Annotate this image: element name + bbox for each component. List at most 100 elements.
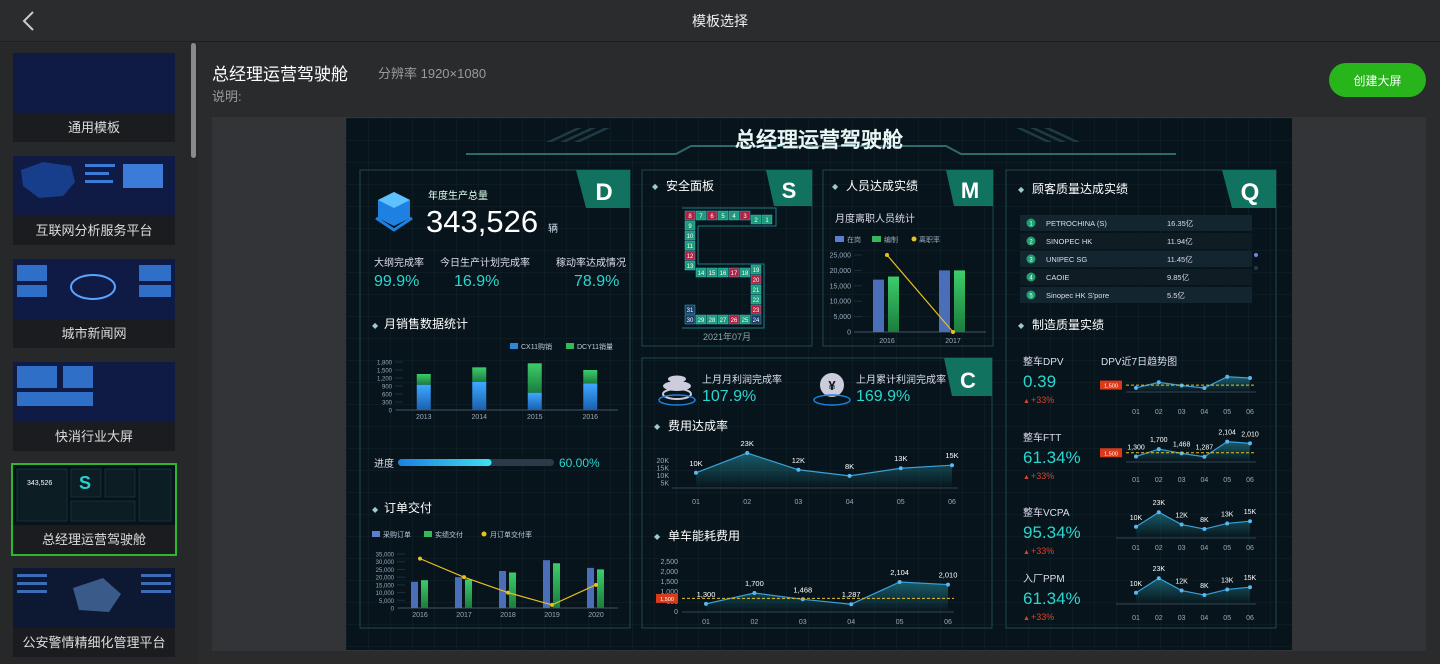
- metric-delta-icon: ▲: [1023, 398, 1030, 405]
- template-label: 快消行业大屏: [13, 422, 175, 451]
- kpi-value: 16.9%: [454, 273, 499, 290]
- calendar-day-label: 13: [687, 264, 694, 270]
- legend-swatch: [481, 531, 487, 537]
- x-tick-label: 2016: [879, 338, 895, 345]
- x-tick-label: 02: [1155, 409, 1163, 416]
- y-tick-label: 0: [847, 330, 851, 337]
- dash-title: 总经理运营驾驶舱: [735, 128, 904, 152]
- y-tick-label: 5,000: [833, 314, 851, 321]
- line-point: [946, 582, 950, 587]
- legend-swatch: [566, 343, 574, 349]
- line-point: [1248, 376, 1252, 381]
- panel-letter: C: [960, 368, 976, 393]
- line-point: [1225, 374, 1230, 379]
- data-label: 15K: [1244, 575, 1257, 582]
- template-card-police[interactable]: 公安警情精细化管理平台: [13, 568, 175, 657]
- metric-label: 整车VCPA: [1023, 506, 1070, 519]
- x-tick-label: 2016: [412, 612, 428, 619]
- x-tick-label: 2017: [945, 338, 961, 345]
- template-card-internet[interactable]: 互联网分析服务平台: [13, 156, 175, 245]
- section-title: 制造质量实绩: [1032, 317, 1104, 332]
- x-tick-label: 05: [1223, 545, 1231, 552]
- dashboard-preview: 总经理运营驾驶舱 D 年度生产总量 343,526 辆 大纲完成率 99.9% …: [346, 118, 1292, 650]
- profit-label: 上月月利润完成率: [702, 373, 782, 386]
- rank-value: 11.45亿: [1167, 254, 1193, 264]
- calendar-day-label: 26: [731, 318, 738, 324]
- x-tick-label: 03: [1178, 545, 1186, 552]
- calendar-day-label: 19: [753, 268, 760, 274]
- sidebar-scrollbar[interactable]: [191, 43, 196, 158]
- kpi-label: 稼动率达成情况: [556, 256, 626, 269]
- y-tick-label: 1,500: [377, 369, 393, 375]
- legend-label: DCY11销量: [577, 342, 613, 351]
- line-point: [745, 451, 750, 456]
- y-tick-label: 5,000: [379, 599, 395, 605]
- x-tick-label: 2016: [582, 414, 598, 421]
- x-tick-label: 01: [702, 619, 710, 626]
- line-point: [462, 575, 466, 580]
- template-card-gm-cockpit[interactable]: 343,526 S 总经理运营驾驶舱: [11, 463, 177, 556]
- data-label: 1,700: [745, 579, 764, 588]
- y-tick-label: 1,200: [377, 377, 393, 383]
- y-tick-label: 0: [674, 609, 678, 616]
- svg-text:343,526: 343,526: [27, 480, 52, 487]
- line-point: [506, 590, 510, 595]
- line-point: [1134, 454, 1138, 459]
- x-tick-label: 04: [1201, 545, 1209, 552]
- metric-label: 入厂PPM: [1023, 574, 1065, 585]
- svg-text:¥: ¥: [828, 378, 836, 393]
- data-label: 23K: [741, 439, 754, 448]
- template-title: 总经理运营驾驶舱: [212, 65, 348, 84]
- data-label: 1,300: [1127, 444, 1145, 451]
- metric-delta-icon: ▲: [1023, 474, 1030, 481]
- calendar-day-label: 27: [720, 318, 727, 324]
- section-title: 人员达成实绩: [846, 178, 918, 193]
- bar: [954, 270, 965, 332]
- line-point: [951, 330, 955, 334]
- y-tick-label: 10,000: [376, 591, 395, 597]
- line-point: [796, 467, 801, 472]
- legend-swatch: [911, 236, 917, 242]
- y-tick-label: 20,000: [376, 576, 395, 582]
- legend-label: 月订单交付率: [490, 530, 532, 539]
- template-card-general[interactable]: 通用模板: [13, 53, 175, 142]
- y-tick-label: 25,000: [376, 568, 395, 574]
- x-tick-label: 04: [1201, 615, 1209, 622]
- data-label: 15K: [1244, 509, 1257, 516]
- rank-name: SINOPEC HK: [1046, 237, 1092, 246]
- template-label: 公安警情精细化管理平台: [13, 628, 175, 657]
- x-tick-label: 06: [1246, 477, 1254, 484]
- x-tick-label: 03: [795, 499, 803, 506]
- section-title: 费用达成率: [668, 418, 728, 433]
- panel-letter: M: [961, 178, 979, 203]
- progress-label: 进度: [374, 457, 394, 470]
- create-screen-button[interactable]: 创建大屏: [1329, 63, 1426, 97]
- y-tick-label: 900: [382, 385, 393, 391]
- metric-value: 61.34%: [1023, 589, 1081, 608]
- line-point: [1248, 441, 1252, 446]
- rank-name: UNIPEC SG: [1046, 255, 1087, 264]
- section-title: 安全面板: [666, 178, 714, 193]
- kpi-label: 大纲完成率: [374, 256, 424, 269]
- data-label: 1,287: [842, 590, 861, 599]
- x-tick-label: 04: [1201, 409, 1209, 416]
- calendar-caption: 2021年07月: [703, 331, 751, 342]
- template-card-city-news[interactable]: 城市新闻网: [13, 259, 175, 348]
- section-title: 月销售数据统计: [384, 316, 468, 331]
- template-card-fmcg[interactable]: 快消行业大屏: [13, 362, 175, 451]
- rank-value: 11.94亿: [1167, 236, 1193, 246]
- line-point: [704, 601, 708, 606]
- data-label: 1,468: [793, 585, 812, 594]
- data-label: 2,104: [1218, 430, 1236, 437]
- metric-value: 61.34%: [1023, 448, 1081, 467]
- y-tick-label: 300: [382, 401, 393, 407]
- legend-swatch: [424, 531, 432, 537]
- data-label: 2,104: [890, 568, 909, 577]
- legend-label: 实绩交付: [435, 530, 463, 539]
- x-tick-label: 05: [897, 499, 905, 506]
- x-tick-label: 02: [1155, 615, 1163, 622]
- calendar-day-label: 28: [709, 318, 716, 324]
- template-thumbnail: [17, 265, 171, 300]
- line-point: [752, 591, 757, 595]
- kpi-label: 今日生产计划完成率: [440, 256, 530, 269]
